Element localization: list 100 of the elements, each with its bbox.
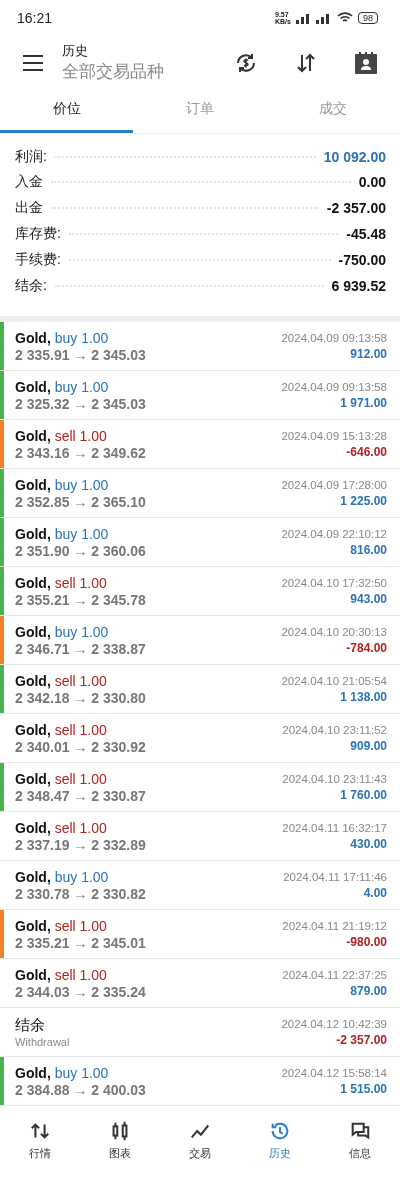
nav-tab[interactable]: 交易 [160, 1114, 240, 1179]
deal-row[interactable]: Gold, sell 1.00 2 335.21 → 2 345.01 2024.04.11 21:19:12 -980.00 [0, 910, 400, 960]
deal-time: 2024.04.11 21:19:12 [282, 920, 387, 932]
deal-title: Gold, buy 1.00 [15, 624, 110, 640]
deal-row[interactable]: Gold, sell 1.00 2 342.18 → 2 330.80 2024.04.10 21:05:54 1 138.00 [0, 665, 400, 715]
deal-prices: 2 330.78 → 2 330.82 [15, 886, 147, 902]
deal-row[interactable]: Gold, buy 1.00 2 346.71 → 2 338.87 2024.04.10 20:30:13 -784.00 [0, 616, 400, 666]
summary-label: 手续费: [15, 250, 61, 269]
signal-icon [296, 12, 332, 25]
deal-profit: -980.00 [346, 935, 387, 949]
deal-prices: 2 335.91 → 2 345.03 [15, 347, 147, 363]
deal-time: 2024.04.10 23:11:52 [282, 724, 387, 736]
deal-row[interactable]: Gold, buy 1.00 2 384.88 → 2 400.03 2024.04.12 15:58:14 1 515.00 [0, 1057, 400, 1107]
deal-profit: 1 971.00 [340, 396, 387, 410]
deal-profit: 1 225.00 [340, 494, 387, 508]
deal-title: Gold, buy 1.00 [15, 477, 110, 493]
deal-title: Gold, buy 1.00 [15, 1065, 110, 1081]
deal-profit: 816.00 [350, 543, 387, 557]
deal-prices: 2 352.85 → 2 365.10 [15, 494, 147, 510]
deal-prices: 2 342.18 → 2 330.80 [15, 690, 147, 706]
deal-row[interactable]: Gold, buy 1.00 2 351.90 → 2 360.06 2024.04.09 22:10:12 816.00 [0, 518, 400, 568]
deal-profit: 430.00 [350, 837, 387, 851]
deal-prices: 2 325.32 → 2 345.03 [15, 396, 147, 412]
deal-title: Gold, buy 1.00 [15, 330, 110, 346]
deal-time: 2024.04.10 23:11:43 [282, 773, 387, 785]
battery-level: 98 [358, 12, 378, 25]
deal-profit: 1 515.00 [340, 1082, 387, 1096]
deal-prices: 2 351.90 → 2 360.06 [15, 543, 147, 559]
summary-label: 库存费: [15, 225, 61, 243]
deal-title: Gold, sell 1.00 [15, 722, 108, 738]
deal-time: 2024.04.10 20:30:13 [281, 626, 387, 638]
summary-value: 6 939.52 [331, 277, 386, 294]
summary-value: 0.00 [358, 174, 386, 191]
deal-time: 2024.04.12 15:58:14 [281, 1067, 387, 1079]
summary-value: -2 357.00 [326, 200, 386, 217]
deal-time: 2024.04.09 22:10:12 [281, 528, 387, 540]
deal-title: Gold, sell 1.00 [15, 918, 108, 934]
deal-profit: -2 357.00 [336, 1033, 387, 1047]
deal-time: 2024.04.10 17:32:50 [281, 577, 387, 589]
summary-label: 出金 [15, 199, 43, 218]
deal-comment: Withdrawal [15, 1036, 71, 1049]
symbol-filter[interactable]: 全部交易品种 [62, 60, 202, 84]
deal-title: Gold, sell 1.00 [15, 575, 108, 591]
deal-prices: 2 355.21 → 2 345.78 [15, 592, 147, 608]
deal-prices: 2 343.16 → 2 349.62 [15, 445, 147, 461]
deal-prices: 2 337.19 → 2 332.89 [15, 837, 147, 853]
deal-profit: 1 760.00 [340, 788, 387, 802]
deal-row[interactable]: Gold, sell 1.00 2 348.47 → 2 330.87 2024.04.10 23:11:43 1 760.00 [0, 763, 400, 813]
nav-tab[interactable]: 图表 [80, 1114, 160, 1179]
deal-profit: 912.00 [350, 347, 387, 361]
deal-prices: 2 335.21 → 2 345.01 [15, 935, 147, 951]
calendar-person-icon [354, 50, 378, 75]
deal-prices: 2 348.47 → 2 330.87 [15, 788, 147, 804]
summary-value: -750.00 [338, 251, 386, 268]
deal-title: Gold, sell 1.00 [15, 967, 108, 983]
nav-tab[interactable]: 行情 [0, 1114, 80, 1179]
deal-profit: 4.00 [363, 886, 387, 900]
balance-row[interactable]: 结余 Withdrawal 2024.04.12 10:42:39 -2 357.00 [0, 1008, 400, 1058]
deal-prices: 2 344.03 → 2 335.24 [15, 984, 147, 1000]
deal-title: Gold, sell 1.00 [15, 428, 108, 444]
deal-prices: 2 346.71 → 2 338.87 [15, 641, 147, 657]
deal-profit: 909.00 [350, 739, 387, 753]
summary-label: 结余: [15, 276, 47, 295]
deal-profit: -784.00 [346, 641, 387, 655]
deal-row[interactable]: Gold, buy 1.00 2 335.91 → 2 345.03 2024.04.09 09:13:58 912.00 [0, 322, 400, 372]
deal-time: 2024.04.09 09:13:58 [281, 332, 387, 344]
wifi-icon [337, 12, 353, 25]
deal-title: Gold, buy 1.00 [15, 869, 110, 885]
deal-row[interactable]: Gold, buy 1.00 2 352.85 → 2 365.10 2024.04.09 17:28:00 1 225.00 [0, 469, 400, 519]
menu-icon [22, 53, 44, 72]
deal-row[interactable]: Gold, sell 1.00 2 343.16 → 2 349.62 2024.04.09 15:13:28 -646.00 [0, 420, 400, 470]
deal-title: 结余 [15, 1016, 46, 1036]
summary-value: -45.48 [346, 226, 386, 242]
deal-row[interactable]: Gold, buy 1.00 2 325.32 → 2 345.03 2024.04.09 09:13:58 1 971.00 [0, 371, 400, 421]
deal-row[interactable]: Gold, sell 1.00 2 355.21 → 2 345.78 2024.04.10 17:32:50 943.00 [0, 567, 400, 617]
deal-row[interactable]: Gold, sell 1.00 2 337.19 → 2 332.89 2024.04.11 16:32:17 430.00 [0, 812, 400, 862]
deal-title: Gold, sell 1.00 [15, 673, 108, 689]
deal-row[interactable]: Gold, sell 1.00 2 344.03 → 2 335.24 2024.04.11 22:37:25 879.00 [0, 959, 400, 1009]
deal-profit: 1 138.00 [340, 690, 387, 704]
deal-title: Gold, buy 1.00 [15, 379, 110, 395]
clock: 16:21 [17, 10, 53, 27]
deal-time: 2024.04.12 10:42:39 [281, 1018, 387, 1030]
deal-time: 2024.04.09 17:28:00 [281, 479, 387, 491]
deal-row[interactable]: Gold, sell 1.00 2 340.01 → 2 330.92 2024.04.10 23:11:52 909.00 [0, 714, 400, 764]
deal-time: 2024.04.09 15:13:28 [281, 430, 387, 442]
summary-label: 入金 [15, 173, 43, 192]
deal-prices: 2 384.88 → 2 400.03 [15, 1082, 147, 1098]
screen-title: 历史 [62, 42, 89, 61]
tab[interactable]: 价位 [0, 88, 134, 133]
summary-label: 利润: [15, 147, 47, 166]
deal-profit: -646.00 [346, 445, 387, 459]
deal-row[interactable]: Gold, buy 1.00 2 330.78 → 2 330.82 2024.04.11 17:11:46 4.00 [0, 861, 400, 911]
nav-tab[interactable]: 历史 [240, 1114, 320, 1179]
deal-title: Gold, sell 1.00 [15, 771, 108, 787]
deal-time: 2024.04.09 09:13:58 [281, 381, 387, 393]
deal-title: Gold, sell 1.00 [15, 820, 108, 836]
deal-time: 2024.04.11 22:37:25 [282, 969, 387, 981]
deal-prices: 2 340.01 → 2 330.92 [15, 739, 147, 755]
nav-tab[interactable]: 信息 [320, 1114, 400, 1179]
deal-profit: 943.00 [350, 592, 387, 606]
